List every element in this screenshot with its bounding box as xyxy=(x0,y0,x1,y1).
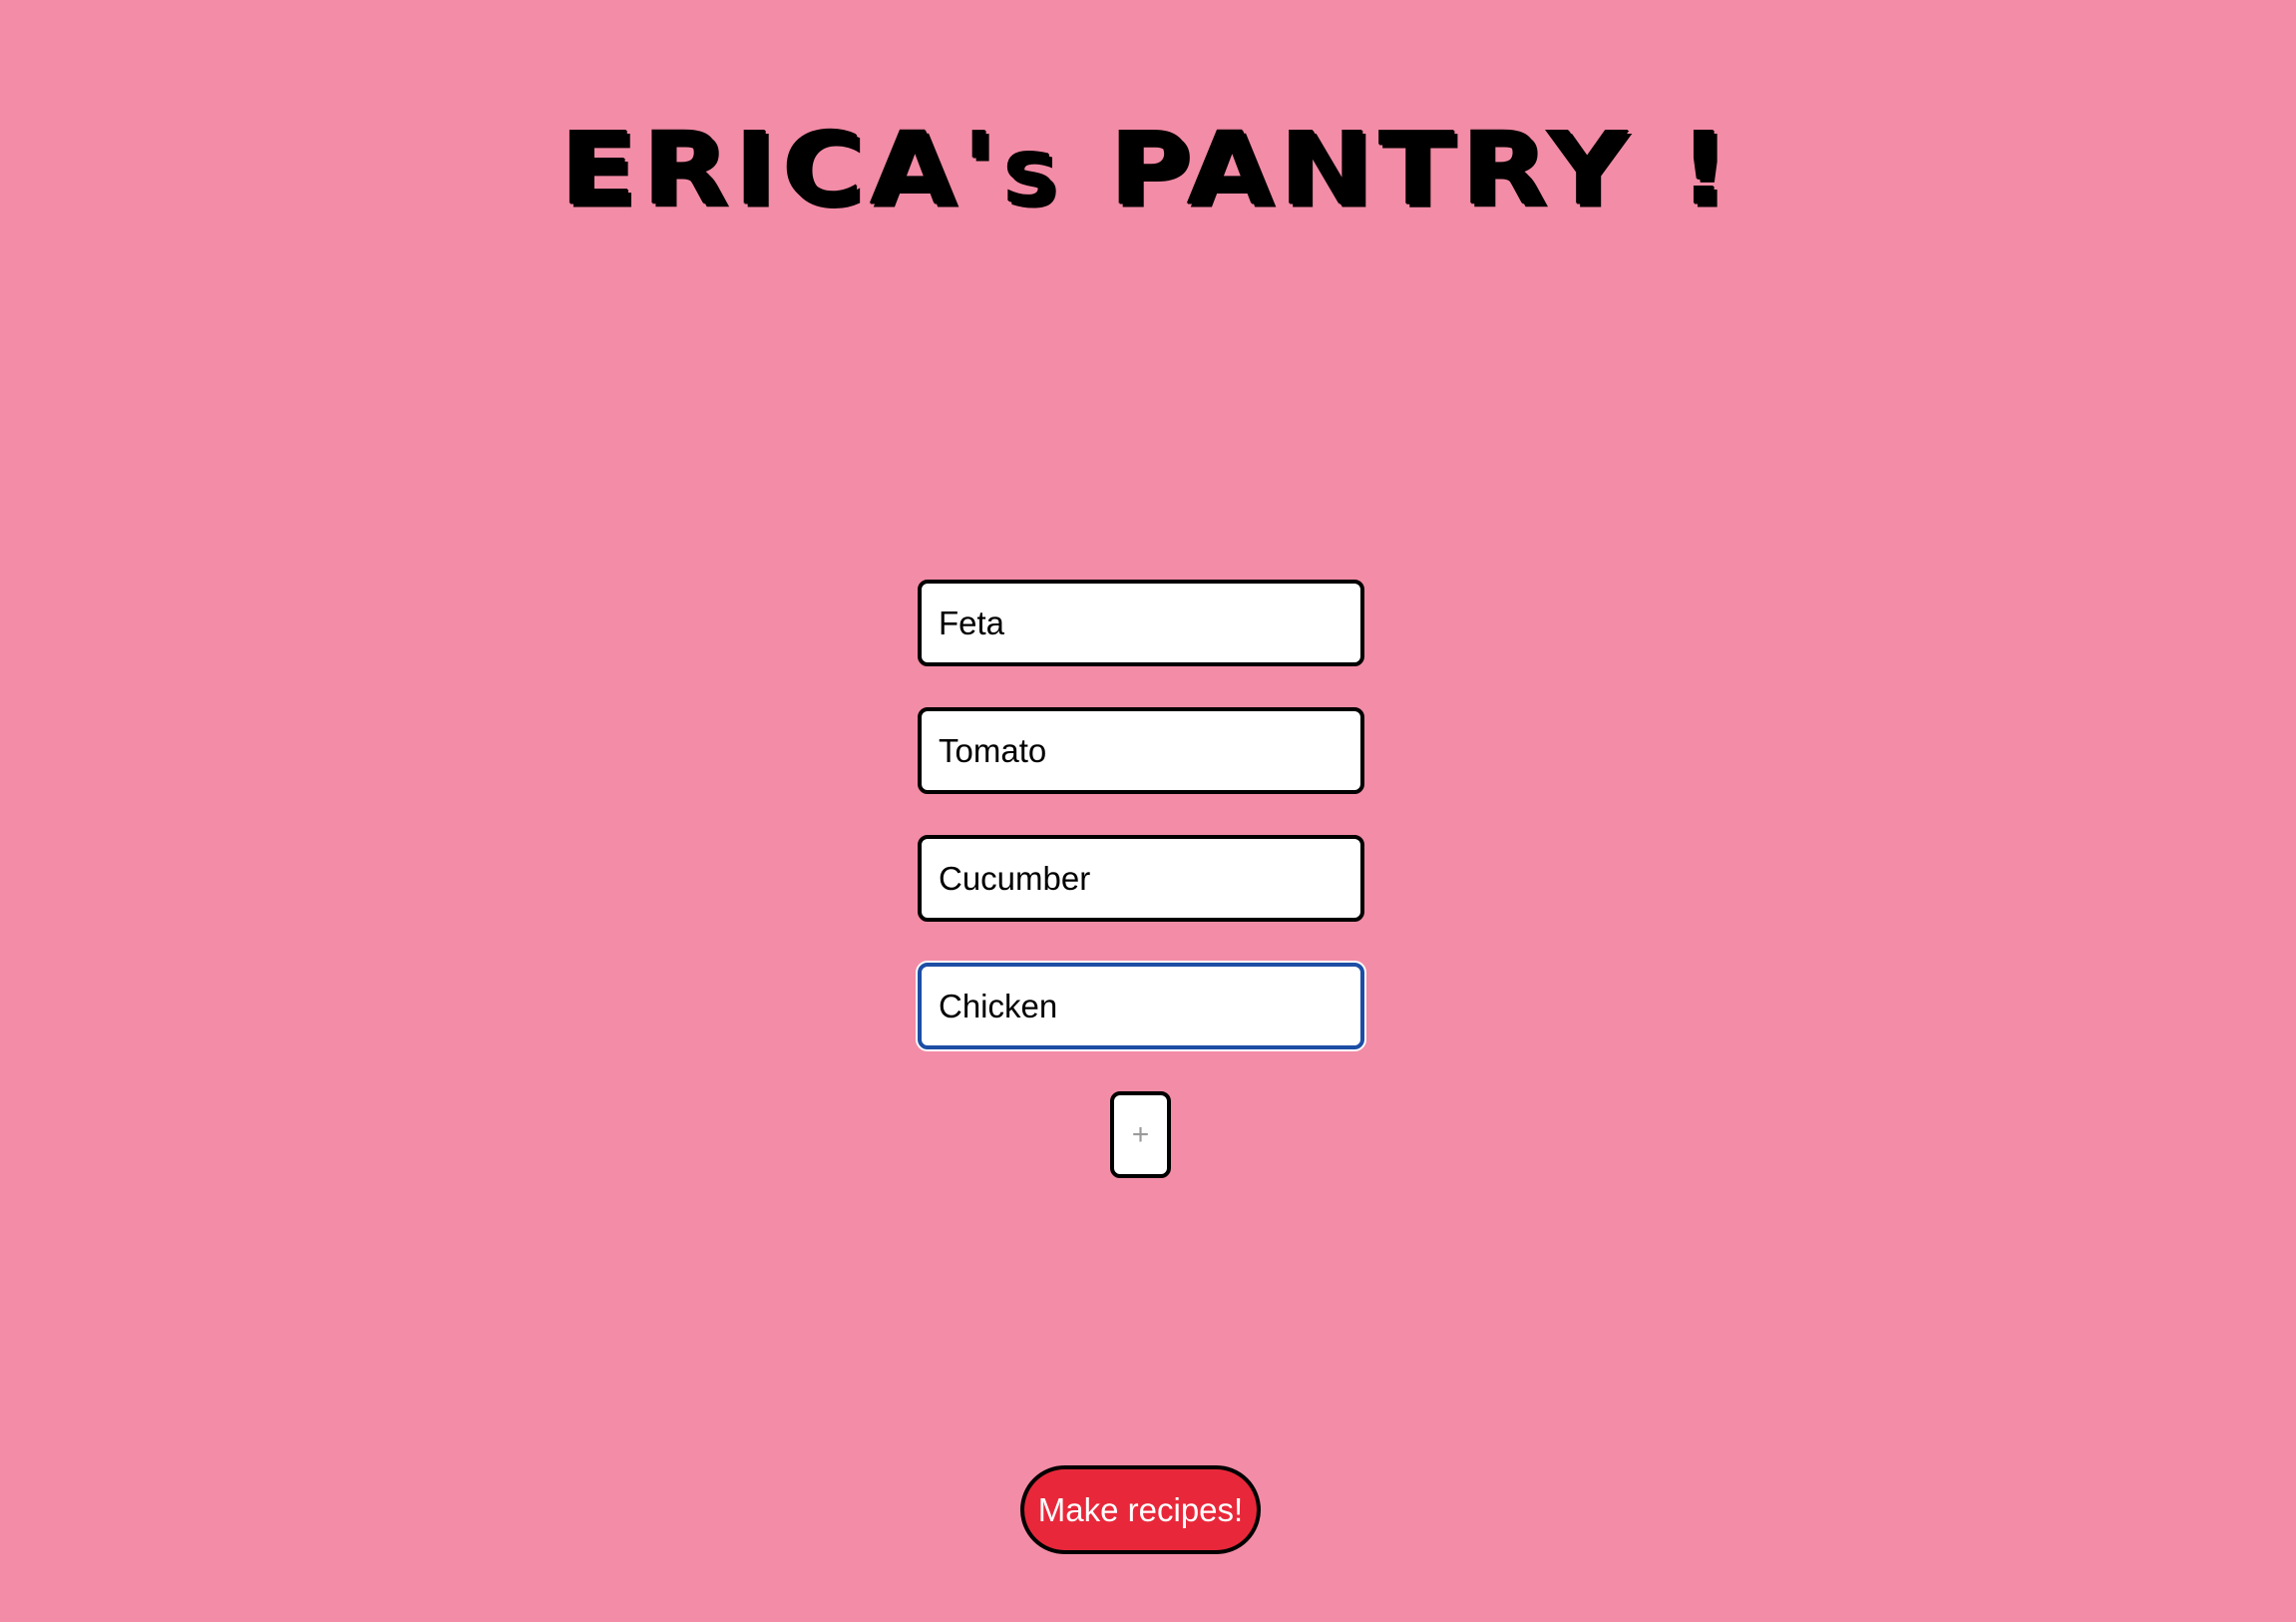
make-recipes-button[interactable]: Make recipes! xyxy=(1020,1465,1261,1554)
ingredient-input-1[interactable] xyxy=(918,580,1364,666)
ingredient-input-2[interactable] xyxy=(918,707,1364,794)
ingredient-input-3[interactable] xyxy=(918,835,1364,922)
add-ingredient-button[interactable]: + xyxy=(1110,1091,1171,1178)
page-title: ERICA's PANTRY ! xyxy=(560,111,1736,228)
ingredient-input-4[interactable] xyxy=(918,963,1364,1049)
